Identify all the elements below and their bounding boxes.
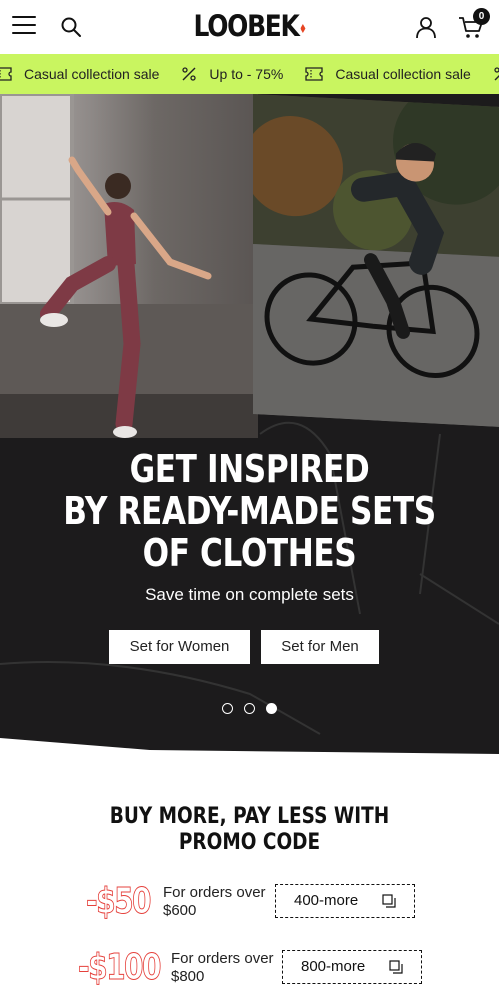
hero-subtitle: Save time on complete sets <box>145 585 354 604</box>
set-for-men-button[interactable]: Set for Men <box>261 630 379 664</box>
ticket-icon <box>0 67 12 81</box>
site-header: LOOBEK 0 <box>0 0 499 54</box>
marquee-label: Casual collection sale <box>24 66 160 82</box>
marquee-item: Casual collection sale <box>305 66 471 82</box>
hamburger-menu-icon[interactable] <box>12 15 36 35</box>
promo-marquee: Casual collection sale Up to - 75% Casua… <box>0 54 499 94</box>
promo-amount: -$100 <box>78 947 162 988</box>
slide-dot-2[interactable] <box>244 703 255 714</box>
user-icon[interactable] <box>414 15 438 39</box>
promo-offer-row: -$50 For orders over $600 400-more <box>0 881 499 926</box>
hero-image-woman-fitness <box>0 94 258 438</box>
hero-image-man-cycling <box>253 94 499 427</box>
promo-offer-row: -$100 For orders over $800 800-more <box>0 947 499 992</box>
promo-description: For orders over $800 <box>171 950 274 985</box>
ticket-icon <box>305 67 323 81</box>
marquee-label: Up to - 75% <box>209 66 284 82</box>
promo-code-text: 400-more <box>294 892 359 909</box>
marquee-item: Casual collection sale <box>0 66 159 82</box>
promo-title: BUY MORE, PAY LESS WITH PROMO CODE <box>109 804 390 855</box>
marquee-item <box>493 66 499 82</box>
hero-slider: GET INSPIRED BY READY-MADE SETS OF CLOTH… <box>0 94 499 754</box>
cart-count-badge: 0 <box>473 8 490 25</box>
copy-icon <box>382 894 396 908</box>
slider-pagination <box>222 703 288 714</box>
promo-description: For orders over $600 <box>163 884 266 919</box>
slide-dot-1[interactable] <box>222 703 233 714</box>
hero-title: GET INSPIRED BY READY-MADE SETS OF CLOTH… <box>63 447 436 575</box>
site-logo[interactable]: LOOBEK <box>35 9 464 43</box>
promo-amount: -$50 <box>86 881 152 922</box>
copy-promo-code-button[interactable]: 400-more <box>275 884 415 918</box>
percent-icon <box>494 67 499 81</box>
slide-dot-3[interactable] <box>266 703 277 714</box>
promo-code-text: 800-more <box>301 958 366 975</box>
percent-icon <box>182 67 197 81</box>
logo-diamond-icon <box>300 24 306 33</box>
marquee-item: Up to - 75% <box>181 66 283 82</box>
marquee-label: Casual collection sale <box>335 66 471 82</box>
copy-icon <box>389 960 403 974</box>
copy-promo-code-button[interactable]: 800-more <box>282 950 422 984</box>
set-for-women-button[interactable]: Set for Women <box>109 630 250 664</box>
